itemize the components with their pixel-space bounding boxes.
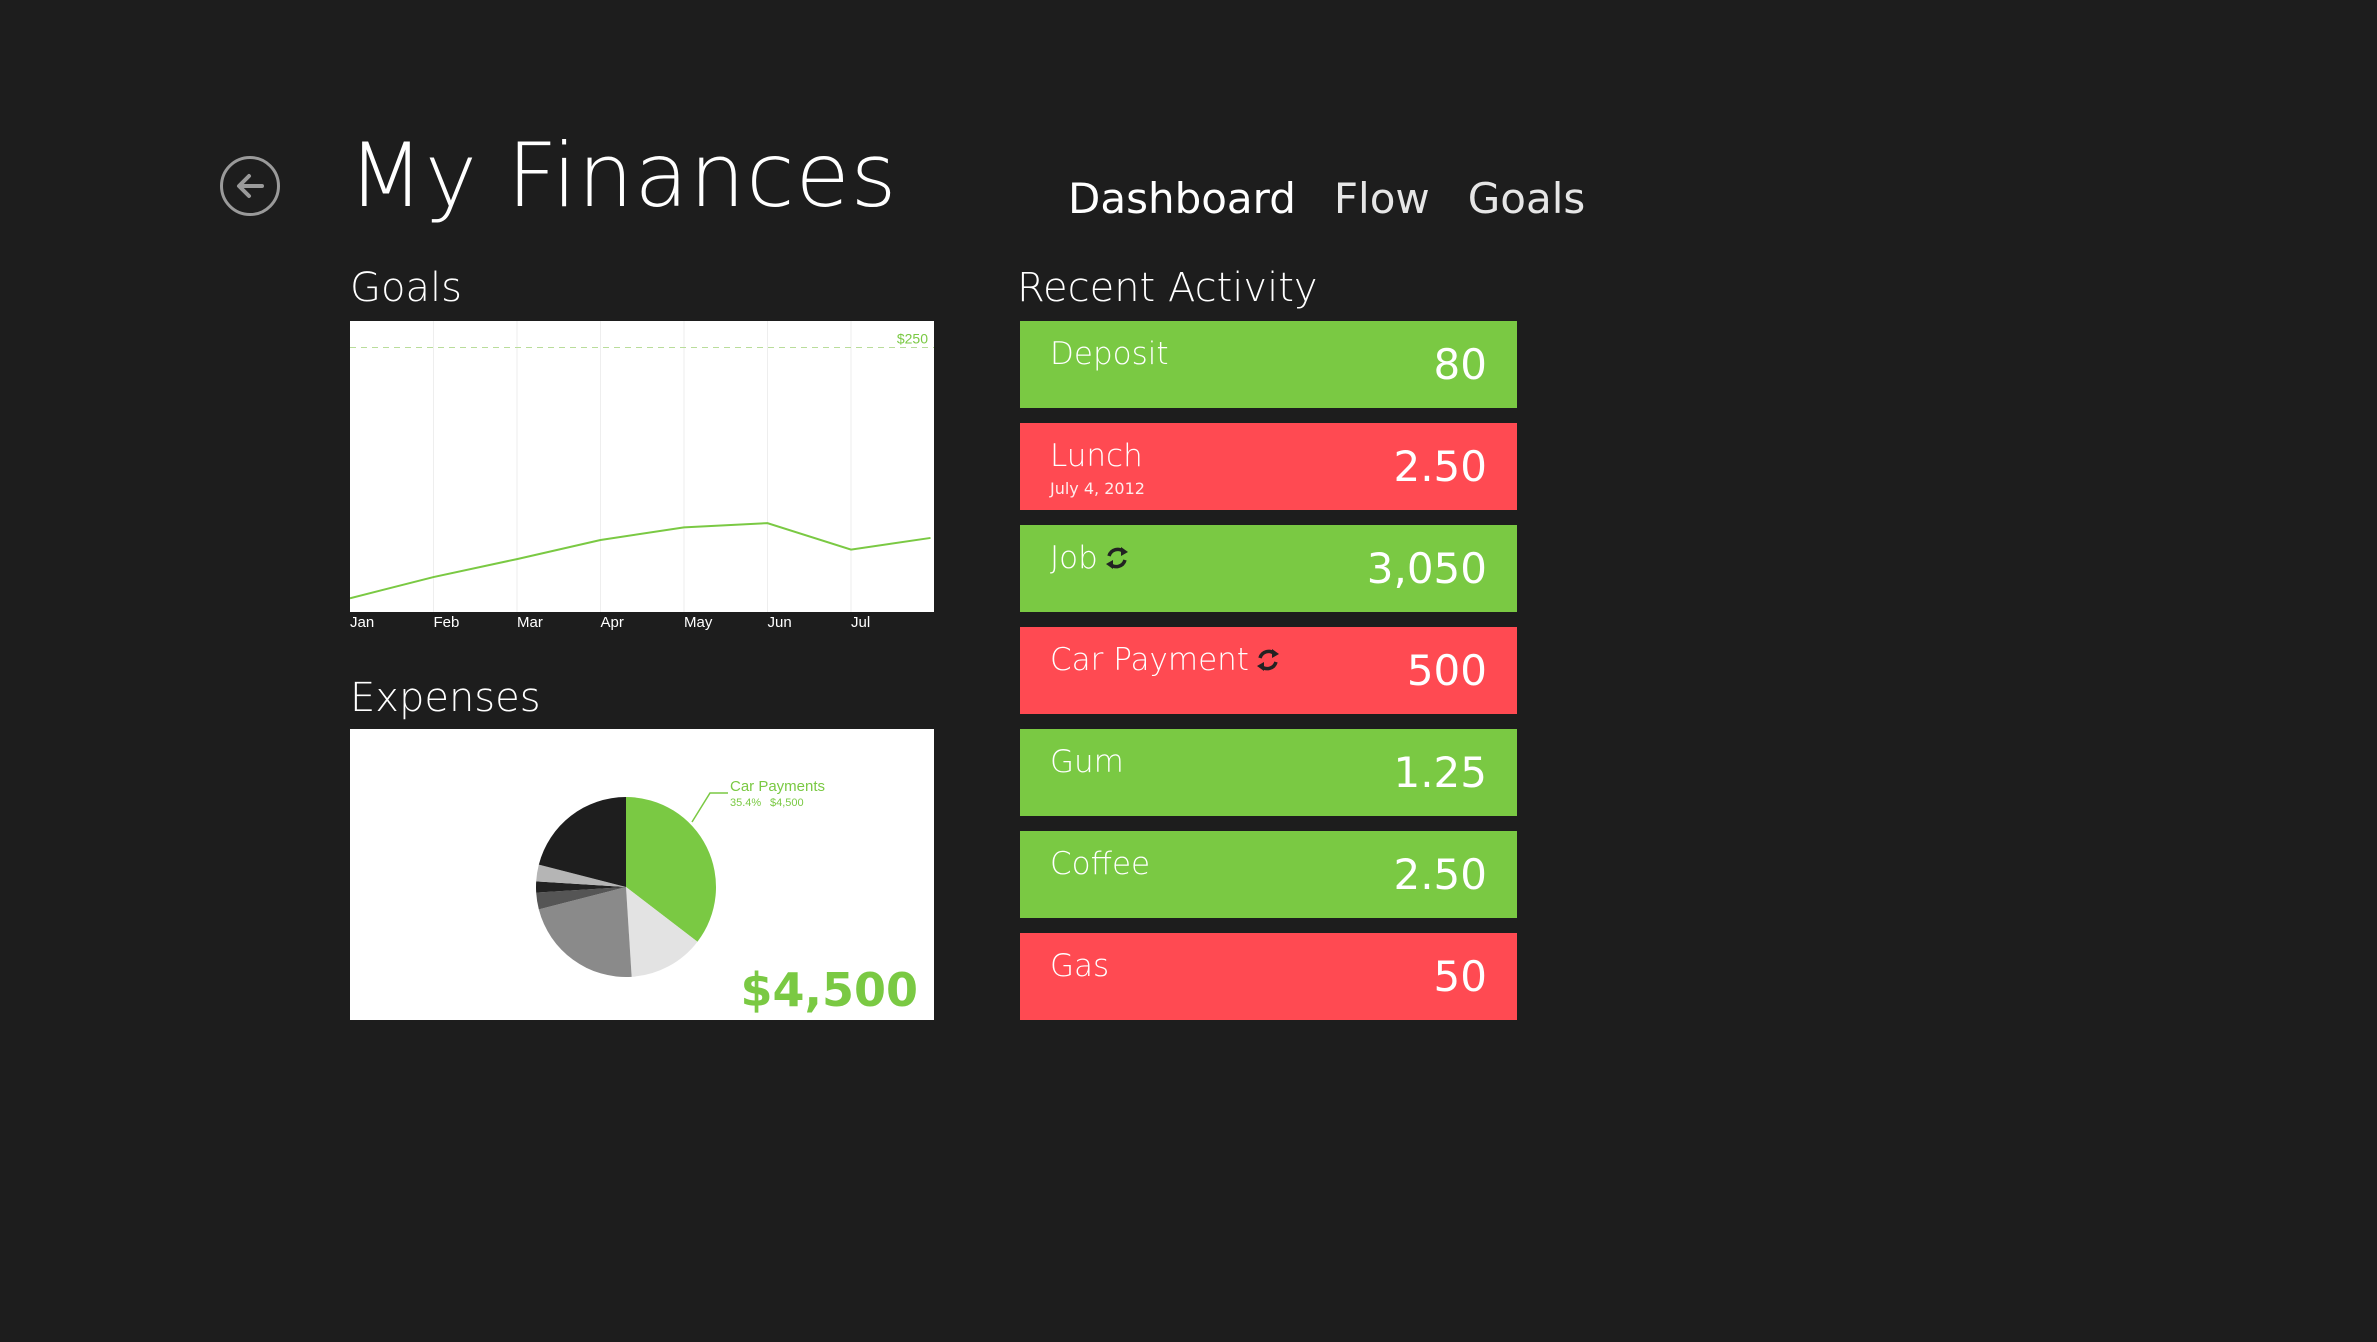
activity-label-wrap: Deposit: [1050, 337, 1169, 371]
activity-row[interactable]: Gum 1.25: [1020, 729, 1517, 816]
back-button[interactable]: [220, 156, 280, 216]
x-tick-label: Jun: [768, 614, 792, 631]
nav-dashboard[interactable]: Dashboard: [1068, 178, 1296, 220]
goals-series-line: [349, 522, 931, 600]
activity-row[interactable]: Job 3,050: [1020, 525, 1517, 612]
callout-leader-line: [691, 792, 728, 823]
activity-amount: 50: [1433, 951, 1487, 1001]
recurring-sync-icon: [1102, 543, 1132, 573]
activity-row[interactable]: Coffee 2.50: [1020, 831, 1517, 918]
expenses-total: $4,500: [740, 963, 918, 1018]
activity-section-title: Recent Activity: [1017, 265, 1318, 311]
recurring-sync-icon: [1253, 645, 1283, 675]
callout-label: Car Payments: [730, 778, 825, 795]
x-tick-label: Jan: [350, 614, 374, 631]
activity-amount: 1.25: [1393, 747, 1487, 797]
activity-label: Car Payment: [1050, 642, 1249, 678]
activity-amount: 80: [1433, 339, 1487, 389]
activity-label: Gas: [1050, 948, 1110, 984]
goals-chart[interactable]: $250: [349, 321, 935, 612]
activity-label: Deposit: [1050, 336, 1169, 372]
top-nav: Dashboard Flow Goals: [1068, 178, 1585, 220]
expenses-section-title: Expenses: [350, 675, 541, 721]
activity-label-wrap: Coffee: [1050, 847, 1150, 881]
goals-section-title: Goals: [350, 265, 462, 311]
activity-row[interactable]: Deposit 80: [1020, 321, 1517, 408]
activity-label: Gum: [1050, 744, 1124, 780]
activity-label: Lunch: [1050, 438, 1143, 474]
activity-amount: 2.50: [1393, 849, 1487, 899]
callout-value: $4,500: [770, 797, 804, 809]
activity-label: Coffee: [1050, 846, 1151, 882]
activity-label-wrap: Gas: [1050, 949, 1109, 983]
x-tick-label: May: [684, 614, 713, 631]
activity-label-wrap: Gum: [1050, 745, 1124, 779]
back-arrow-icon: [237, 174, 264, 198]
x-tick-label: Mar: [517, 614, 543, 631]
activity-row[interactable]: Gas 50: [1020, 933, 1517, 1020]
activity-row[interactable]: Car Payment 500: [1020, 627, 1517, 714]
activity-label-wrap: Car Payment: [1050, 643, 1283, 677]
nav-flow[interactable]: Flow: [1334, 178, 1430, 220]
activity-date: July 4, 2012: [1050, 479, 1145, 498]
activity-amount: 2.50: [1393, 441, 1487, 491]
activity-amount: 500: [1406, 645, 1487, 695]
target-label: $250: [897, 330, 928, 346]
x-tick-label: Feb: [434, 614, 460, 631]
nav-goals[interactable]: Goals: [1468, 178, 1586, 220]
activity-label-wrap: Job: [1050, 541, 1132, 575]
goals-line-chart: $250: [349, 321, 935, 612]
activity-label-wrap: Lunch: [1050, 439, 1143, 473]
page-title: My Finances: [348, 124, 898, 227]
activity-row[interactable]: Lunch July 4, 2012 2.50: [1020, 423, 1517, 510]
expenses-chart[interactable]: Car Payments 35.4% $4,500 $4,500: [350, 729, 934, 1020]
callout-percent: 35.4%: [730, 797, 761, 809]
x-tick-label: Jul: [851, 614, 870, 631]
activity-amount: 3,050: [1366, 543, 1487, 593]
goals-x-axis: Jan Feb Mar Apr May Jun Jul: [350, 614, 870, 631]
x-tick-label: Apr: [601, 614, 624, 631]
recent-activity-list: Deposit 80 Lunch July 4, 2012 2.50 Job 3…: [1020, 321, 1517, 1035]
activity-label: Job: [1050, 540, 1098, 576]
